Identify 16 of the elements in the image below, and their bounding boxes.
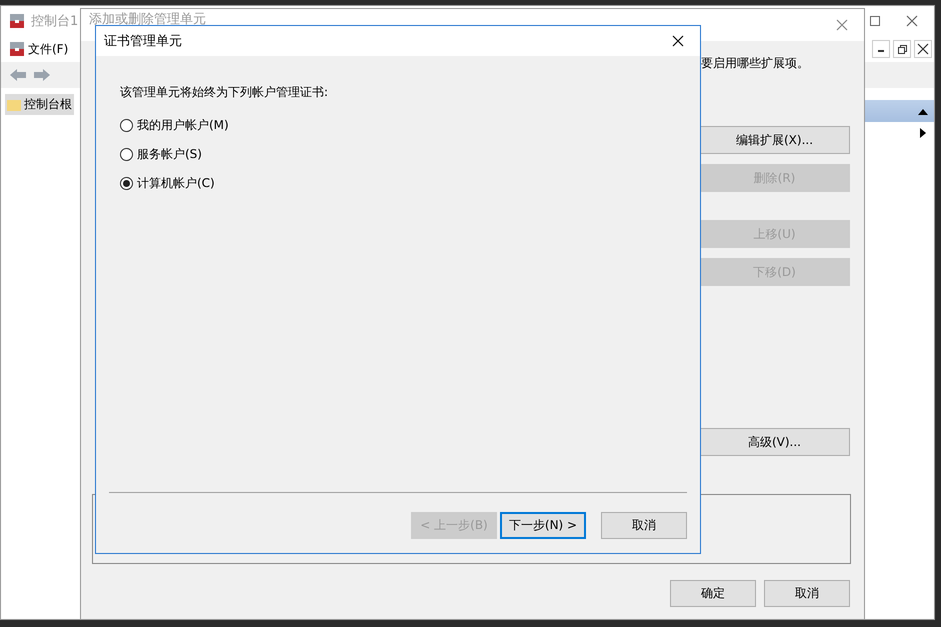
- dialog-button[interactable]: 确定: [670, 580, 756, 607]
- tree-item[interactable]: 控制台根: [5, 94, 74, 115]
- dialog-title: 添加或删除管理单元: [89, 11, 206, 28]
- radio-option[interactable]: 我的用户帐户(M): [120, 111, 676, 140]
- radio-option[interactable]: 服务帐户(S): [120, 140, 676, 169]
- window-title: 控制台1: [31, 13, 78, 30]
- dialog-button[interactable]: 取消: [764, 580, 850, 607]
- wizard-button[interactable]: 取消: [601, 512, 687, 539]
- side-button[interactable]: 编辑扩展(X)...: [699, 126, 850, 154]
- wizard-button[interactable]: 下一步(N) >: [500, 512, 586, 539]
- side-button[interactable]: 高级(V)...: [699, 428, 850, 456]
- prompt-text: 该管理单元将始终为下列帐户管理证书:: [120, 84, 330, 101]
- menu-item[interactable]: 文件(F): [28, 40, 68, 58]
- instruction-text: 要启用哪些扩展项。: [701, 55, 810, 72]
- dialog-title: 证书管理单元: [104, 33, 182, 50]
- radio-option[interactable]: 计算机帐户(C): [120, 169, 676, 198]
